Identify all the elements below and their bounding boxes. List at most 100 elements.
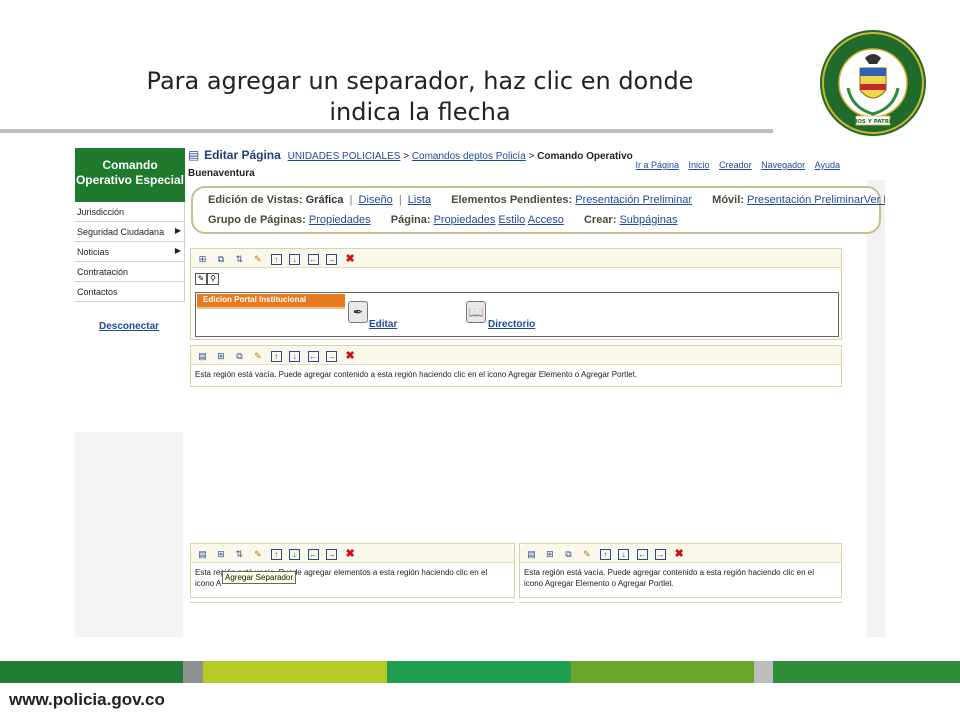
add-item-icon[interactable]: ⊞ [544,549,555,560]
add-portlet-icon[interactable]: ⧉ [215,254,226,265]
split-down-icon[interactable]: ↓ [618,549,630,561]
region-toolbar: ⊞ ⧉ ⇅ ✎ ↑ ↓ ← → ✖ [191,249,841,268]
add-item-icon[interactable]: ⊞ [197,254,208,265]
split-down-icon[interactable]: ↓ [289,351,301,363]
region-divider [519,602,842,603]
split-up-icon[interactable]: ↑ [270,254,282,266]
breadcrumb-unidades-policiales[interactable]: UNIDADES POLICIALES [288,151,401,162]
sidebar-item-label: Contactos [77,287,118,297]
split-left-icon[interactable]: ← [636,549,648,561]
sidebar-menu: Jurisdicción Seguridad Ciudadana ▶ Notic… [75,202,185,302]
link-ir-a-pagina[interactable]: Ir a Página [635,160,679,170]
create-label: Crear: [583,214,617,226]
add-item-icon[interactable]: ⊞ [215,549,226,560]
sidebar-item-contactos[interactable]: Contactos [75,282,185,302]
editar-link[interactable]: Editar [369,319,397,330]
separator: | [398,194,402,206]
quill-icon[interactable]: ✒ [348,301,368,323]
edit-pencil-icon[interactable]: ✎ [581,549,592,560]
footer-color-bar [0,661,960,683]
edit-portlet-icon[interactable]: ✎ [195,272,207,285]
footer-segment [0,661,183,683]
sidebar-header: Comando Operativo Especial [75,148,185,202]
mobile-preview-link[interactable]: Presentación PreliminarVer Página [747,194,885,206]
title-divider [0,129,773,133]
delete-icon[interactable]: ✖ [674,549,685,560]
portal-institucional-box: Edicion Portal Institucional ✒ Editar 📖 … [195,292,839,337]
add-portlet-icon[interactable]: ⧉ [563,549,574,560]
add-separator-icon[interactable]: ▤ [197,351,208,362]
police-seal-logo: DIOS Y PATRIA [820,30,926,136]
page-access-link[interactable]: Acceso [528,214,564,226]
logout-link[interactable]: Desconectar [99,321,159,332]
sidebar-item-seguridad-ciudadana[interactable]: Seguridad Ciudadana ▶ [75,222,185,242]
main-content: ▤ Editar Página UNIDADES POLICIALES > Co… [188,140,885,637]
add-portlet-icon[interactable]: ⧉ [234,351,245,362]
add-item-icon[interactable]: ⊞ [215,351,226,362]
group-properties-link[interactable]: Propiedades [309,214,371,226]
move-icon[interactable]: ⇅ [234,549,245,560]
link-navegador[interactable]: Navegador [761,160,805,170]
link-creador[interactable]: Creador [719,160,752,170]
footer-segment [387,661,571,683]
split-left-icon[interactable]: ← [307,254,319,266]
book-icon[interactable]: 📖 [466,301,486,323]
link-ayuda[interactable]: Ayuda [815,160,840,170]
group-label: Grupo de Páginas: [208,214,306,226]
page-title: Editar Página [204,148,281,162]
add-separator-icon[interactable]: ▤ [197,549,208,560]
pending-label: Elementos Pendientes: [451,194,573,206]
breadcrumb-separator: > [403,151,410,162]
view-diseno-link[interactable]: Diseño [359,194,393,206]
seal-motto: DIOS Y PATRIA [851,119,896,125]
delete-icon[interactable]: ✖ [345,351,356,362]
region-toolbar: ▤ ⊞ ⇅ ✎ ↑ ↓ ← → ✖ [191,544,514,563]
delete-icon[interactable]: ✖ [345,254,356,265]
edit-toolbar-row-group: Grupo de Páginas: Propiedades Página: Pr… [208,214,678,226]
split-up-icon[interactable]: ↑ [599,549,611,561]
sidebar-item-label: Noticias [77,247,110,257]
move-icon[interactable]: ⇅ [234,254,245,265]
delete-icon[interactable]: ✖ [345,549,356,560]
add-separator-icon[interactable]: ▤ [526,549,537,560]
breadcrumb: ▤ Editar Página UNIDADES POLICIALES > Co… [188,148,633,162]
sidebar-item-contratacion[interactable]: Contratación [75,262,185,282]
split-left-icon[interactable]: ← [307,549,319,561]
submenu-arrow-icon: ▶ [174,246,181,255]
region-bottom-left: ▤ ⊞ ⇅ ✎ ↑ ↓ ← → ✖ Esta región está vacía… [190,543,515,598]
page-style-link[interactable]: Estilo [498,214,525,226]
footer-segment [183,661,203,683]
region-toolbar: ▤ ⊞ ⧉ ✎ ↑ ↓ ← → ✖ [191,346,841,365]
sidebar-item-noticias[interactable]: Noticias ▶ [75,242,185,262]
split-up-icon[interactable]: ↑ [270,351,282,363]
edit-pencil-icon[interactable]: ✎ [252,254,263,265]
footer-segment [203,661,387,683]
submenu-arrow-icon: ▶ [174,226,181,235]
create-subpages-link[interactable]: Subpáginas [619,214,677,226]
split-right-icon[interactable]: → [326,351,338,363]
directorio-link[interactable]: Directorio [488,319,535,330]
link-inicio[interactable]: Inicio [689,160,710,170]
link-portlet-icon[interactable]: ⚲ [207,272,219,285]
edit-pencil-icon[interactable]: ✎ [252,549,263,560]
view-grafica-current: Gráfica [305,194,344,206]
page-properties-link[interactable]: Propiedades [434,214,496,226]
empty-region-message: Esta región está vacía. Puede agregar co… [195,370,638,379]
edit-toolbar: Edición de Vistas: Gráfica | Diseño | Li… [191,186,885,234]
pending-preview-link[interactable]: Presentación Preliminar [575,194,692,206]
sidebar-item-jurisdiccion[interactable]: Jurisdicción [75,202,185,222]
split-down-icon[interactable]: ↓ [289,254,301,266]
breadcrumb-comandos-deptos[interactable]: Comandos deptos Policía [412,151,526,162]
region-divider [190,602,515,603]
view-lista-link[interactable]: Lista [408,194,431,206]
split-down-icon[interactable]: ↓ [289,549,301,561]
split-left-icon[interactable]: ← [307,351,319,363]
split-up-icon[interactable]: ↑ [270,549,282,561]
split-right-icon[interactable]: → [655,549,667,561]
split-right-icon[interactable]: → [326,549,338,561]
edit-pencil-icon[interactable]: ✎ [252,351,263,362]
split-right-icon[interactable]: → [326,254,338,266]
region-toolbar: ▤ ⊞ ⧉ ✎ ↑ ↓ ← → ✖ [520,544,841,563]
breadcrumb-current: Comando Operativo [537,151,633,162]
footer-segment [773,661,960,683]
